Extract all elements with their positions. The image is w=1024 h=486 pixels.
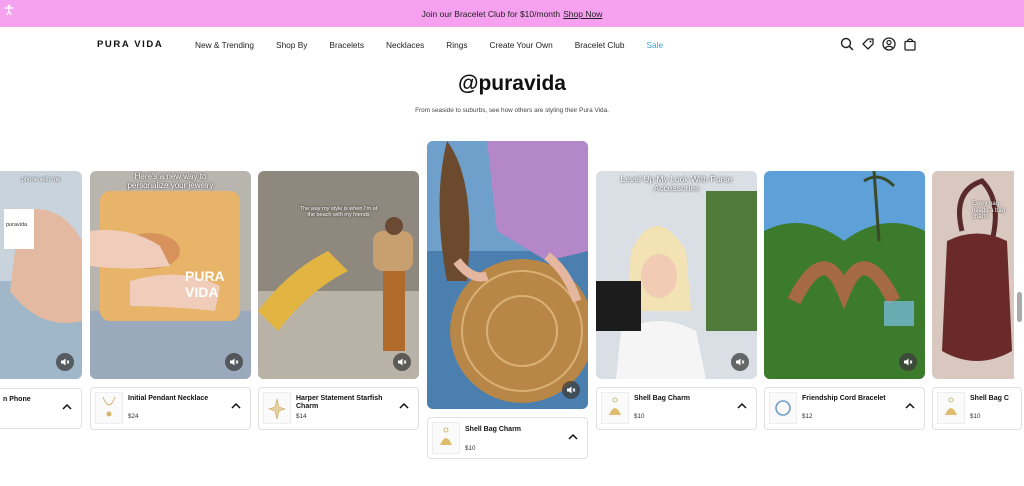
- promo-banner: Join our Bracelet Club for $10/month Sho…: [0, 0, 1024, 27]
- chevron-up-icon[interactable]: [231, 402, 241, 410]
- search-icon[interactable]: [840, 37, 854, 51]
- nav-icons: [840, 37, 924, 51]
- svg-text:VIDA: VIDA: [185, 284, 218, 300]
- product-price: $10: [970, 413, 981, 420]
- shop-now-link[interactable]: Shop Now: [563, 9, 602, 19]
- video-caption: Here's a new way to personalize your jew…: [127, 172, 214, 190]
- speaker-muted-icon: [567, 386, 576, 394]
- speaker-muted-icon: [61, 358, 70, 366]
- video-thumbnail[interactable]: puravida phone with me: [0, 171, 82, 379]
- speaker-muted-icon: [230, 358, 239, 366]
- video-thumbnail[interactable]: Every bag needs a bag charm: [932, 171, 1014, 379]
- nav-bracelets[interactable]: Bracelets: [329, 40, 364, 50]
- mute-toggle[interactable]: [899, 353, 917, 371]
- product-name: Harper Statement Starfish Charm: [296, 395, 383, 411]
- product-price: $12: [802, 413, 813, 420]
- speaker-muted-icon: [398, 358, 407, 366]
- product-tile[interactable]: Harper Statement Starfish Charm $14: [258, 387, 419, 430]
- nav-sale[interactable]: Sale: [647, 40, 664, 50]
- svg-text:PURA: PURA: [185, 268, 225, 284]
- svg-text:puravida: puravida: [6, 222, 28, 228]
- product-price: $10: [465, 445, 476, 452]
- video-caption: The way my style is when I'm at the beac…: [299, 206, 378, 219]
- product-price: $10: [634, 413, 645, 420]
- nav-rings[interactable]: Rings: [446, 40, 467, 50]
- rewards-tag-icon[interactable]: [861, 37, 875, 51]
- video-caption: Level Up My Look With Purse Accessories: [620, 174, 733, 194]
- product-tile[interactable]: Shell Bag Charm $10: [596, 387, 757, 430]
- starfish-charm-icon: [268, 398, 286, 420]
- nav-shop-by[interactable]: Shop By: [276, 40, 307, 50]
- video-thumbnail[interactable]: The way my style is when I'm at the beac…: [258, 171, 419, 379]
- video-thumbnail[interactable]: PURA VIDA Here's a new way to personalize…: [90, 171, 251, 379]
- nav-new-trending[interactable]: New & Trending: [195, 40, 254, 50]
- chevron-up-icon[interactable]: [399, 402, 409, 410]
- product-name: Shell Bag Charm: [634, 395, 691, 402]
- section-title: @puravida: [457, 72, 566, 95]
- mute-toggle[interactable]: [56, 353, 74, 371]
- chevron-up-icon[interactable]: [62, 403, 72, 411]
- product-tile[interactable]: Shell Bag Charm $10: [427, 417, 588, 459]
- product-thumbnail: [263, 392, 291, 424]
- page-scrollbar[interactable]: [1017, 292, 1022, 322]
- product-name: Shell Bag Charm: [465, 426, 522, 433]
- product-thumbnail: [601, 392, 629, 424]
- product-thumbnail: [937, 392, 965, 424]
- pendant-necklace-icon: [102, 396, 116, 417]
- shell-charm-icon: [609, 397, 621, 415]
- chevron-up-icon[interactable]: [905, 402, 915, 410]
- section-subtitle: From seaside to suburbs, see how others …: [415, 107, 609, 114]
- accessibility-icon[interactable]: [3, 4, 15, 16]
- mute-toggle[interactable]: [731, 353, 749, 371]
- mute-toggle[interactable]: [393, 353, 411, 371]
- product-tile[interactable]: Initial Pendant Necklace $24: [90, 387, 251, 430]
- product-thumbnail: [769, 392, 797, 424]
- product-thumbnail: [432, 422, 460, 454]
- video-thumbnail[interactable]: [764, 171, 925, 379]
- video-caption: Every bag needs a bag charm: [972, 201, 1006, 221]
- main-nav: PURA VIDA New & Trending Shop By Bracele…: [0, 27, 1024, 63]
- product-name: Shell Bag C: [970, 395, 1009, 402]
- nav-create-your-own[interactable]: Create Your Own: [490, 40, 553, 50]
- chevron-up-icon[interactable]: [568, 433, 578, 441]
- promo-text: Join our Bracelet Club for $10/month: [421, 8, 561, 19]
- product-tile[interactable]: Shell Bag C $10: [932, 387, 1022, 430]
- product-name: Friendship Cord Bracelet: [802, 395, 886, 402]
- product-thumbnail: [95, 392, 123, 424]
- account-icon[interactable]: [882, 37, 896, 51]
- logo[interactable]: PURA VIDA: [97, 39, 163, 50]
- nav-necklaces[interactable]: Necklaces: [386, 40, 424, 50]
- product-price: $14: [296, 413, 307, 420]
- nav-bracelet-club[interactable]: Bracelet Club: [575, 40, 625, 50]
- video-thumbnail[interactable]: Level Up My Look With Purse Accessories: [596, 171, 757, 379]
- video-caption: phone with me: [21, 177, 61, 183]
- shell-charm-icon: [945, 397, 957, 415]
- product-price: $24: [128, 413, 139, 420]
- cord-bracelet-icon: [775, 400, 791, 416]
- product-name: n Phone: [3, 396, 31, 403]
- product-tile[interactable]: n Phone: [0, 388, 82, 429]
- nav-menu: New & Trending Shop By Bracelets Necklac…: [195, 40, 685, 50]
- chevron-up-icon[interactable]: [737, 402, 747, 410]
- product-tile[interactable]: Friendship Cord Bracelet $12: [764, 387, 925, 430]
- mute-toggle[interactable]: [225, 353, 243, 371]
- shell-charm-icon: [440, 427, 452, 445]
- mute-toggle[interactable]: [562, 381, 580, 399]
- speaker-muted-icon: [904, 358, 913, 366]
- speaker-muted-icon: [736, 358, 745, 366]
- video-thumbnail[interactable]: [427, 141, 588, 409]
- product-name: Initial Pendant Necklace: [128, 395, 209, 402]
- cart-bag-icon[interactable]: [903, 37, 917, 51]
